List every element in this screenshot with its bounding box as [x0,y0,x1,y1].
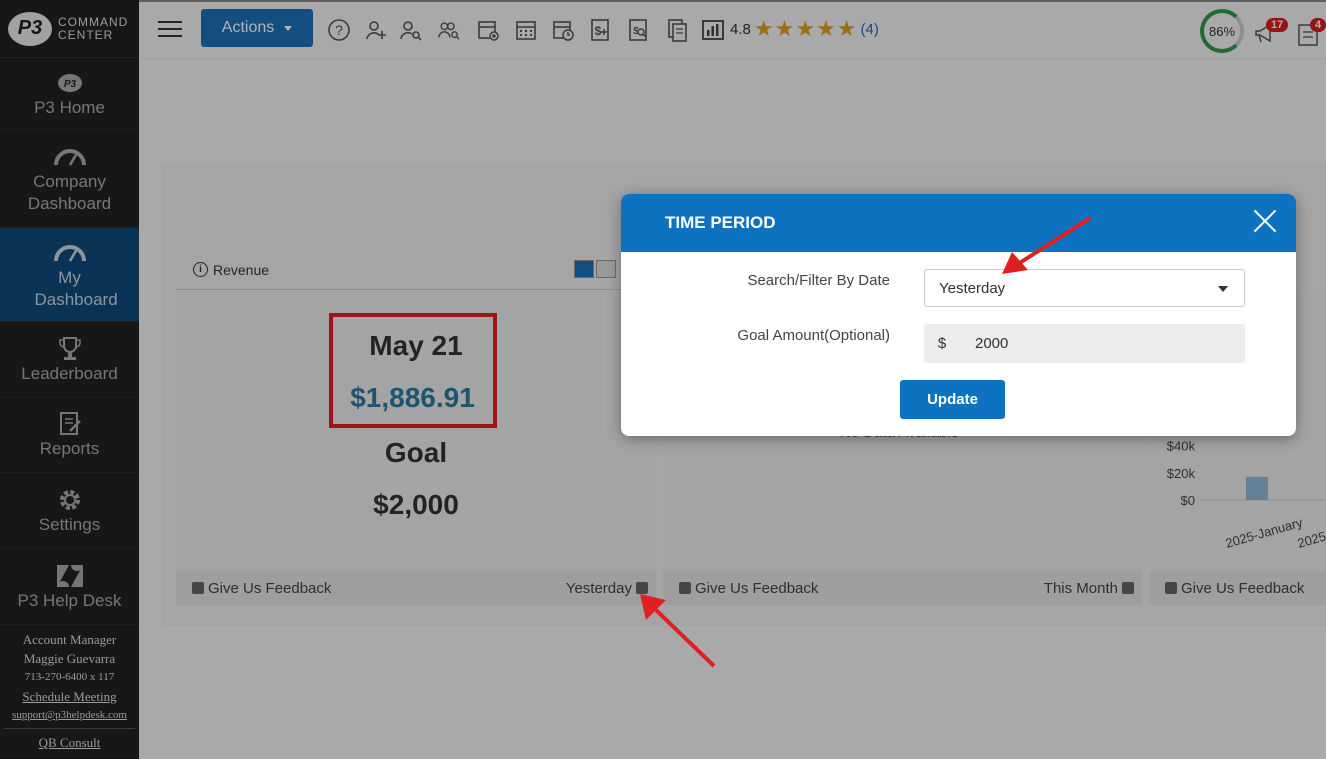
modal-title: TIME PERIOD [665,213,776,232]
date-filter-select[interactable]: Yesterday [924,269,1245,307]
filter-label: Search/Filter By Date [747,272,890,289]
currency-symbol: $ [937,335,947,352]
goal-amount-field[interactable]: $ 2000 [924,324,1245,363]
goal-amount-input[interactable]: 2000 [960,335,1008,352]
modal-header: TIME PERIOD [621,194,1296,252]
close-icon[interactable] [1252,208,1278,234]
chevron-down-icon [1218,286,1228,292]
update-button[interactable]: Update [900,380,1005,419]
date-filter-value: Yesterday [939,279,1006,297]
goal-amount-label: Goal Amount(Optional) [737,327,890,344]
time-period-modal: TIME PERIOD Search/Filter By Date Yester… [621,194,1296,436]
